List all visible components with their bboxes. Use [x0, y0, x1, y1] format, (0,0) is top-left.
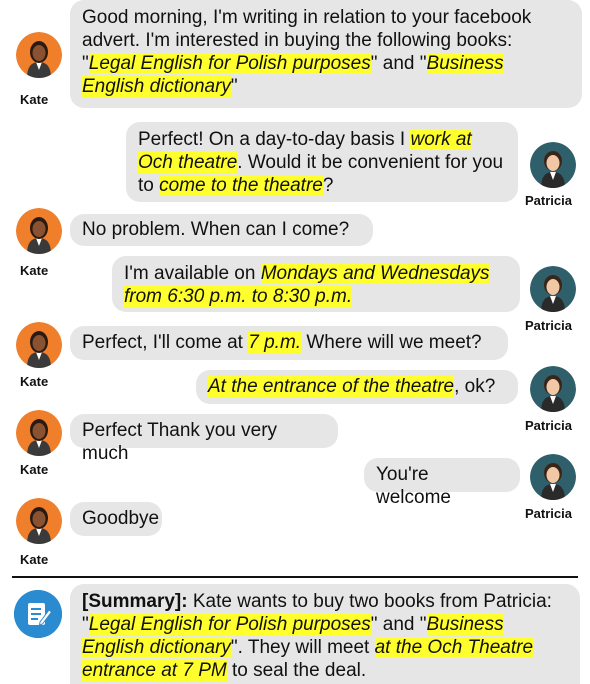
- message-bubble: Perfect, I'll come at 7 p.m. Where will …: [70, 326, 508, 360]
- message-text: ?: [322, 175, 334, 196]
- message-bubble: No problem. When can I come?: [70, 214, 373, 246]
- message-bubble: Perfect! On a day-to-day basis I work at…: [126, 122, 518, 202]
- note-edit-icon: [14, 590, 62, 638]
- speaker-name: Kate: [20, 92, 49, 107]
- message-text: Where will we meet?: [301, 332, 482, 353]
- highlighted-text: Legal English for Polish purposes: [88, 53, 371, 74]
- message-text: Goodbye: [82, 508, 160, 529]
- kate-avatar-icon: [16, 322, 62, 368]
- highlighted-text: Legal English for Polish purposes: [88, 614, 371, 635]
- message-text: No problem. When can I come?: [82, 219, 350, 240]
- speaker-name: Patricia: [525, 506, 572, 521]
- summary-bubble: [Summary]: Kate wants to buy two books f…: [70, 584, 580, 684]
- message-text: , ok?: [454, 376, 496, 397]
- speaker-name: Kate: [20, 263, 49, 278]
- summary-label: [Summary]:: [82, 591, 188, 612]
- kate-avatar-icon: [16, 32, 62, 78]
- highlighted-text: 7 p.m.: [248, 332, 302, 353]
- patricia-avatar-icon: [530, 266, 576, 312]
- message-text: Perfect! On a day-to-day basis I: [138, 129, 411, 150]
- message-text: ". They will meet: [230, 637, 375, 658]
- patricia-avatar-icon: [530, 142, 576, 188]
- message-text: Perfect, I'll come at: [82, 332, 249, 353]
- kate-avatar-icon: [16, 410, 62, 456]
- message-text: " and ": [370, 614, 427, 635]
- speaker-name: Kate: [20, 552, 49, 567]
- speaker-name: Kate: [20, 374, 49, 389]
- message-bubble: Perfect Thank you very much: [70, 414, 338, 464]
- message-bubble: Good morning, I'm writing in relation to…: [70, 0, 582, 108]
- highlighted-text: come to the theatre: [159, 175, 323, 196]
- patricia-avatar-icon: [530, 366, 576, 412]
- summary-divider: [12, 576, 578, 578]
- speaker-name: Patricia: [525, 193, 572, 208]
- message-text: " and ": [370, 53, 427, 74]
- speaker-name: Patricia: [525, 418, 572, 433]
- message-bubble: I'm available on Mondays and Wednesdays …: [112, 256, 520, 312]
- message-text: to seal the deal.: [226, 660, 367, 681]
- speaker-name: Patricia: [525, 318, 572, 333]
- kate-avatar-icon: [16, 498, 62, 544]
- message-bubble: Goodbye: [70, 502, 162, 536]
- kate-avatar-icon: [16, 208, 62, 254]
- speaker-name: Kate: [20, 462, 49, 477]
- highlighted-text: At the entrance of the theatre: [208, 376, 455, 397]
- patricia-avatar-icon: [530, 454, 576, 500]
- message-bubble: At the entrance of the theatre, ok?: [196, 370, 518, 404]
- message-text: I'm available on: [124, 263, 261, 284]
- message-text: ": [230, 76, 238, 97]
- message-text: Perfect Thank you very much: [82, 420, 278, 464]
- message-bubble: You're welcome: [364, 458, 520, 508]
- message-text: You're welcome: [376, 464, 451, 508]
